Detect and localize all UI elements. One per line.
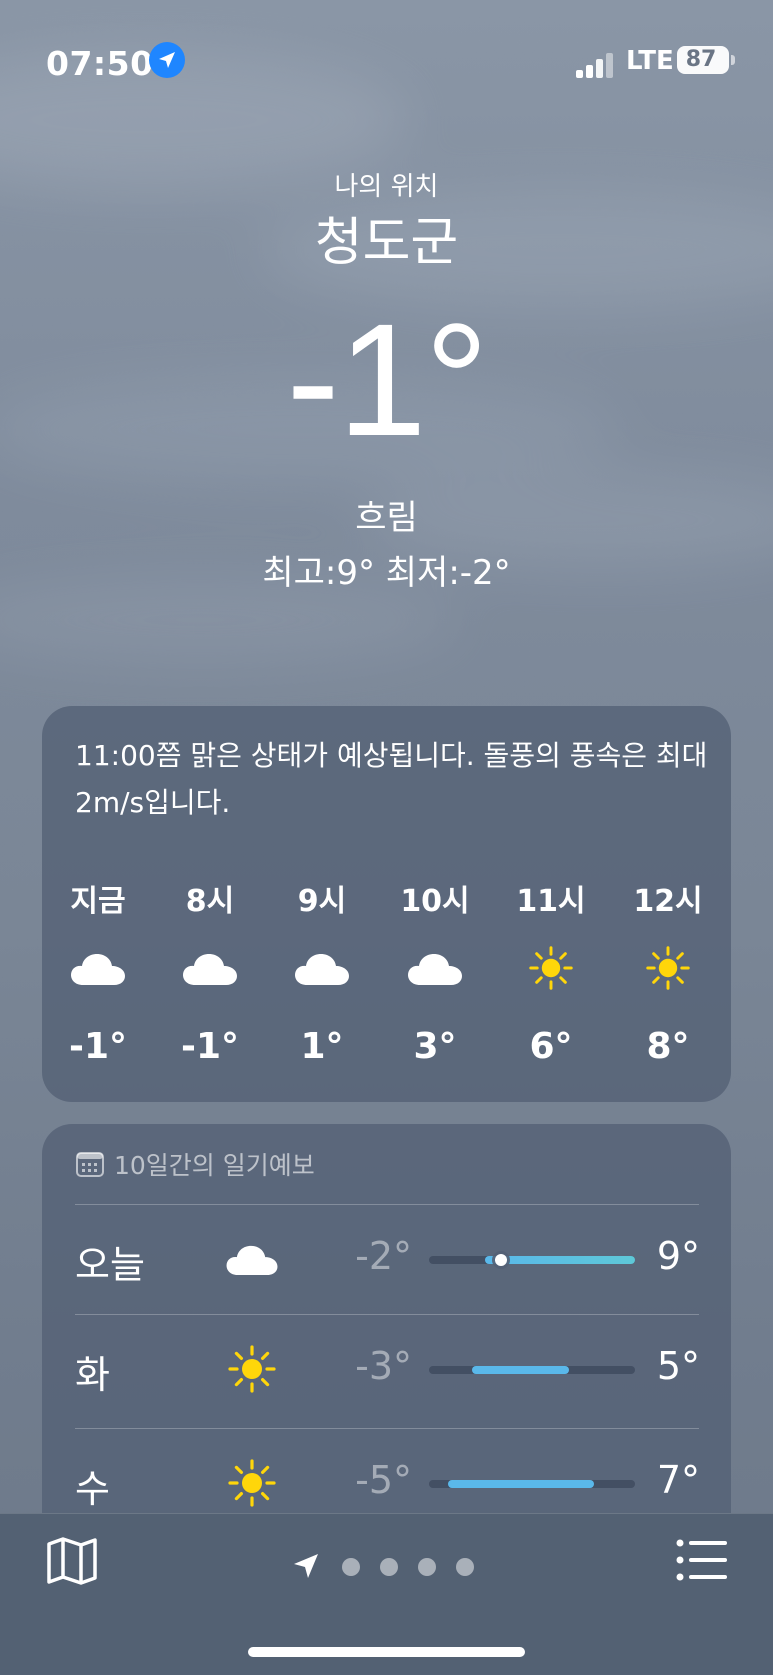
current-temp-marker xyxy=(495,1254,508,1266)
hourly-forecast-card[interactable]: 11:00쯤 맑은 상태가 예상됩니다. 돌풍의 풍속은 최대 2m/s입니다.… xyxy=(42,706,731,1102)
low-temperature: -3° xyxy=(355,1344,412,1388)
hour-label: 11시 xyxy=(516,884,586,919)
map-button[interactable] xyxy=(46,1536,98,1590)
hour-temperature: -1° xyxy=(181,1026,239,1067)
temperature-range-fill xyxy=(472,1366,570,1374)
hourly-item: 12시 8° xyxy=(618,876,718,1067)
forecast-summary: 11:00쯤 맑은 상태가 예상됩니다. 돌풍의 풍속은 최대 2m/s입니다. xyxy=(75,739,708,819)
current-condition: 흐림 xyxy=(355,498,418,538)
sun-icon xyxy=(501,946,601,990)
hour-label: 10시 xyxy=(400,884,470,919)
battery-icon: 87 xyxy=(677,46,735,74)
my-location-label: 나의 위치 xyxy=(334,172,439,202)
city-list-button[interactable] xyxy=(676,1538,728,1586)
high-low-temperature: 최고:9° 최저:-2° xyxy=(262,553,511,593)
sun-icon xyxy=(217,1344,287,1394)
temperature-range-fill xyxy=(447,1480,594,1488)
bottom-toolbar xyxy=(0,1513,773,1675)
temperature-range-bar xyxy=(429,1480,635,1488)
hour-temperature: 3° xyxy=(413,1026,457,1067)
cloud-icon xyxy=(217,1234,287,1284)
current-temperature: -1° xyxy=(286,290,488,469)
hourly-item: 지금 -1° xyxy=(48,876,148,1067)
daily-row[interactable]: 오늘 -2° 9° xyxy=(42,1204,731,1314)
map-icon xyxy=(47,1537,97,1585)
page-dot[interactable] xyxy=(380,1558,398,1576)
hour-temperature: -1° xyxy=(69,1026,127,1067)
hour-label: 12시 xyxy=(633,884,703,919)
hour-label: 지금 xyxy=(70,884,126,919)
high-temperature: 5° xyxy=(656,1344,700,1388)
cellular-signal-icon xyxy=(576,52,616,78)
day-label: 수 xyxy=(75,1467,110,1511)
day-label: 화 xyxy=(75,1353,110,1397)
daily-forecast-title: 10일간의 일기예보 xyxy=(114,1151,315,1180)
network-type: LTE xyxy=(626,46,674,76)
hourly-item: 10시 3° xyxy=(385,876,485,1067)
page-dot[interactable] xyxy=(456,1558,474,1576)
list-icon xyxy=(676,1539,727,1581)
hour-temperature: 1° xyxy=(300,1026,344,1067)
hourly-item: 11시 6° xyxy=(501,876,601,1067)
page-dot[interactable] xyxy=(418,1558,436,1576)
location-services-icon xyxy=(149,42,185,78)
page-dot[interactable] xyxy=(342,1558,360,1576)
low-temperature: -5° xyxy=(355,1458,412,1502)
hour-label: 9시 xyxy=(297,884,347,919)
cloud-icon xyxy=(160,946,260,990)
temperature-range-bar xyxy=(429,1254,635,1266)
cloud-icon xyxy=(48,946,148,990)
sun-icon xyxy=(217,1458,287,1508)
current-location-arrow-icon xyxy=(294,1554,318,1578)
high-temperature: 7° xyxy=(656,1458,700,1502)
status-bar: 07:50 LTE 87 xyxy=(0,38,773,88)
hour-label: 8시 xyxy=(185,884,235,919)
home-indicator[interactable] xyxy=(248,1647,525,1657)
daily-forecast-header: 10일간의 일기예보 xyxy=(76,1146,315,1183)
daily-row[interactable]: 화 -3° 5° xyxy=(42,1314,731,1424)
day-label: 오늘 xyxy=(75,1243,145,1287)
hourly-item: 9시 1° xyxy=(272,876,372,1067)
calendar-icon xyxy=(76,1151,104,1183)
sun-icon xyxy=(618,946,718,990)
temperature-range-fill xyxy=(484,1256,635,1264)
city-name: 청도군 xyxy=(314,213,459,273)
high-temperature: 9° xyxy=(656,1234,700,1278)
hour-temperature: 6° xyxy=(529,1026,573,1067)
cloud-icon xyxy=(385,946,485,990)
status-time: 07:50 xyxy=(46,44,154,83)
temperature-range-bar xyxy=(429,1366,635,1374)
cloud-icon xyxy=(272,946,372,990)
hourly-item: 8시 -1° xyxy=(160,876,260,1067)
battery-level: 87 xyxy=(685,47,717,72)
hour-temperature: 8° xyxy=(646,1026,690,1067)
low-temperature: -2° xyxy=(355,1234,412,1278)
